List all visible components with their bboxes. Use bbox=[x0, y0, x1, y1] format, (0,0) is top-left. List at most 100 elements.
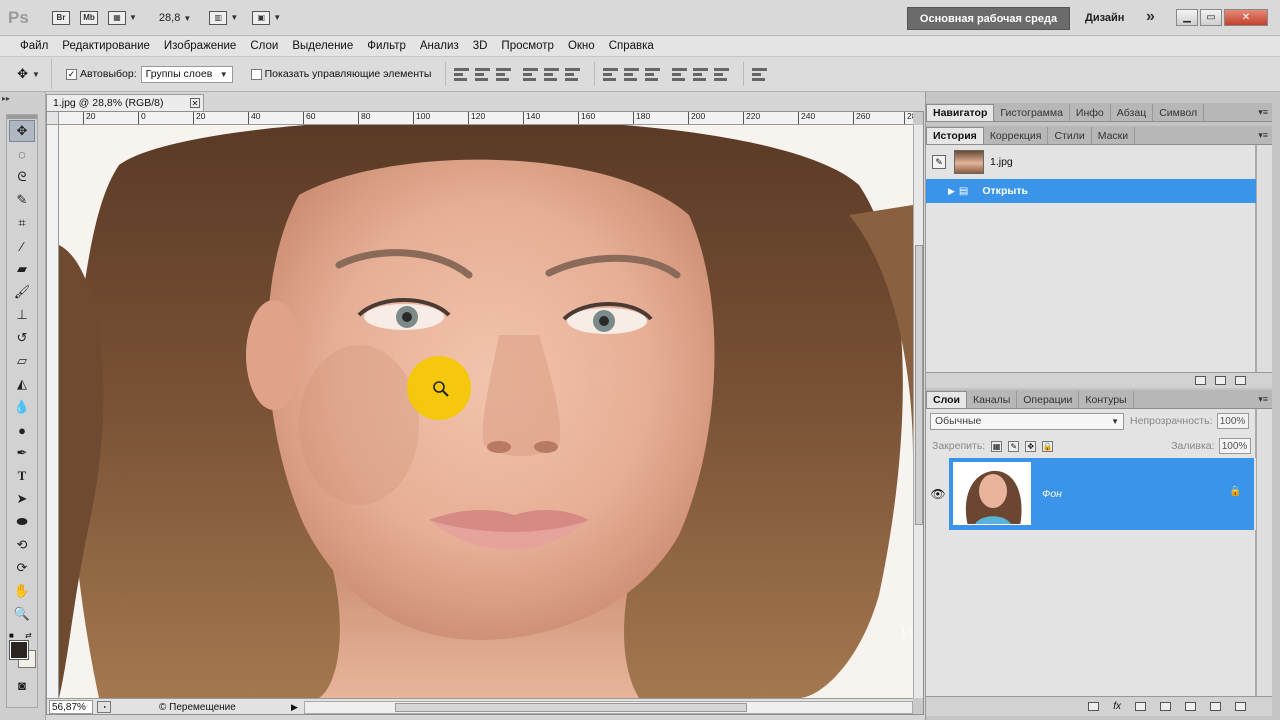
crop-tool[interactable]: ⌗ bbox=[9, 212, 35, 234]
distribute-vertical-centers-icon[interactable] bbox=[624, 67, 640, 81]
quick-mask-button[interactable]: ◙ bbox=[9, 674, 35, 696]
ruler-origin[interactable] bbox=[47, 112, 59, 125]
foreground-color-swatch[interactable] bbox=[9, 640, 29, 660]
dodge-tool[interactable]: ● bbox=[9, 419, 35, 441]
trash-icon[interactable] bbox=[1235, 702, 1246, 711]
tab-history[interactable]: История bbox=[926, 127, 984, 144]
opacity-field[interactable]: 100% bbox=[1216, 413, 1249, 429]
menu-analysis[interactable]: Анализ bbox=[413, 40, 466, 52]
hand-tool[interactable]: ✋ bbox=[9, 580, 35, 602]
panel-menu-icon[interactable]: ▾≡ bbox=[1258, 394, 1268, 405]
tab-paragraph[interactable]: Абзац bbox=[1111, 104, 1154, 121]
new-document-from-state-icon[interactable] bbox=[1195, 376, 1206, 385]
paint-bucket-tool[interactable]: ◭ bbox=[9, 373, 35, 395]
launch-bridge-button[interactable]: Br bbox=[52, 7, 70, 29]
menu-3d[interactable]: 3D bbox=[466, 40, 495, 52]
lock-position-icon[interactable]: ✥ bbox=[1025, 440, 1037, 452]
zoom-level-menu[interactable]: 28,8 ▼ bbox=[159, 12, 191, 24]
3d-rotate-tool[interactable]: ⟲ bbox=[9, 534, 35, 556]
menu-edit[interactable]: Редактирование bbox=[55, 40, 157, 52]
auto-align-layers-icon[interactable] bbox=[752, 67, 768, 81]
maximize-button[interactable]: ▭ bbox=[1200, 9, 1222, 26]
history-brush-tool[interactable]: ↺ bbox=[9, 327, 35, 349]
clone-stamp-tool[interactable]: ⊥ bbox=[9, 304, 35, 326]
eye-icon[interactable]: 👁 bbox=[929, 485, 947, 503]
horizontal-ruler[interactable]: 20 0 20 40 60 80 100 120 140 160 180 200… bbox=[59, 112, 913, 125]
horizontal-scrollbar[interactable] bbox=[303, 700, 913, 714]
autoselect-target-select[interactable]: Группы слоев ▼ bbox=[140, 65, 233, 83]
menu-select[interactable]: Выделение bbox=[285, 40, 360, 52]
launch-minibridge-button[interactable]: Mb bbox=[80, 7, 98, 29]
history-brush-source-icon[interactable]: ✎ bbox=[932, 155, 946, 169]
lock-all-icon[interactable]: 🔒 bbox=[1042, 440, 1054, 452]
trash-icon[interactable] bbox=[1235, 376, 1246, 385]
layer-row-background[interactable]: 👁 Фон 🔒 bbox=[926, 458, 1256, 530]
3d-orbit-tool[interactable]: ⟳ bbox=[9, 557, 35, 579]
move-tool[interactable]: ✥ bbox=[9, 120, 35, 142]
lock-image-pixels-icon[interactable]: ✎ bbox=[1008, 440, 1020, 452]
close-document-button[interactable]: ✕ bbox=[190, 98, 200, 108]
history-state-open[interactable]: ▶ ▤ Открыть bbox=[926, 179, 1256, 203]
history-snapshot-row[interactable]: ✎ 1.jpg bbox=[926, 147, 1256, 177]
close-button[interactable]: ✕ bbox=[1224, 9, 1268, 26]
autoselect-checkbox[interactable]: ✓ bbox=[66, 68, 77, 80]
more-workspaces-icon[interactable]: » bbox=[1146, 8, 1155, 26]
minimize-button[interactable]: ▁ bbox=[1176, 9, 1198, 26]
menu-filter[interactable]: Фильтр bbox=[360, 40, 413, 52]
menu-window[interactable]: Окно bbox=[561, 40, 602, 52]
distribute-left-edges-icon[interactable] bbox=[672, 67, 688, 81]
align-vertical-centers-icon[interactable] bbox=[475, 67, 491, 81]
eraser-tool[interactable]: ▱ bbox=[9, 350, 35, 372]
new-layer-icon[interactable] bbox=[1210, 702, 1221, 711]
arrange-documents-button[interactable]: ▥ ▼ bbox=[209, 7, 238, 29]
align-top-edges-icon[interactable] bbox=[454, 67, 470, 81]
link-layers-icon[interactable] bbox=[1088, 702, 1100, 711]
tab-histogram[interactable]: Гистограмма bbox=[994, 104, 1070, 121]
tool-preset-picker[interactable]: ✥ ▼ bbox=[6, 59, 52, 89]
distribute-top-edges-icon[interactable] bbox=[603, 67, 619, 81]
menu-image[interactable]: Изображение bbox=[157, 40, 243, 52]
shape-tool[interactable]: ⬬ bbox=[9, 511, 35, 533]
image-canvas[interactable]: www.photoshopsunduchok.ru bbox=[59, 125, 913, 698]
menu-file[interactable]: Файл bbox=[13, 40, 55, 52]
workspace-design-button[interactable]: Дизайн bbox=[1085, 12, 1124, 24]
history-scrollbar[interactable] bbox=[1256, 145, 1272, 374]
collapse-panel-icon[interactable]: ▸▸ bbox=[2, 94, 10, 103]
show-transform-controls-checkbox[interactable] bbox=[250, 68, 262, 80]
tab-layers[interactable]: Слои bbox=[926, 391, 967, 408]
menu-view[interactable]: Просмотр bbox=[494, 40, 561, 52]
horizontal-scroll-thumb[interactable] bbox=[394, 702, 747, 712]
document-tab[interactable]: 1.jpg @ 28,8% (RGB/8) ✕ bbox=[46, 94, 204, 111]
add-mask-icon[interactable] bbox=[1135, 702, 1146, 711]
tab-paths[interactable]: Контуры bbox=[1079, 391, 1134, 408]
zoom-percent-field[interactable]: 56,87% bbox=[49, 700, 93, 714]
menu-help[interactable]: Справка bbox=[602, 40, 661, 52]
screen-mode-button[interactable]: ▣ ▼ bbox=[252, 7, 281, 29]
tab-styles[interactable]: Стили bbox=[1048, 127, 1092, 144]
zoom-tool[interactable]: 🔍 bbox=[9, 603, 35, 625]
swap-colors-icon[interactable]: ⇄ bbox=[25, 631, 32, 640]
tab-navigator[interactable]: Навигатор bbox=[926, 104, 995, 121]
tab-actions[interactable]: Операции bbox=[1017, 391, 1080, 408]
align-right-edges-icon[interactable] bbox=[565, 67, 581, 81]
align-left-edges-icon[interactable] bbox=[523, 67, 539, 81]
tab-adjustments[interactable]: Коррекция bbox=[984, 127, 1049, 144]
camera-snapshot-icon[interactable] bbox=[1215, 376, 1226, 385]
panel-menu-icon[interactable]: ▾≡ bbox=[1258, 107, 1268, 118]
document-info-icon[interactable]: ◔ bbox=[97, 701, 111, 713]
pen-tool[interactable]: ✒ bbox=[9, 442, 35, 464]
align-horizontal-centers-icon[interactable] bbox=[544, 67, 560, 81]
status-menu-arrow-icon[interactable]: ▶ bbox=[291, 702, 298, 713]
new-group-icon[interactable] bbox=[1185, 702, 1196, 711]
workspace-essentials-button[interactable]: Основная рабочая среда bbox=[907, 7, 1070, 30]
adjustment-layer-icon[interactable] bbox=[1160, 702, 1171, 711]
distribute-right-edges-icon[interactable] bbox=[714, 67, 730, 81]
distribute-bottom-edges-icon[interactable] bbox=[645, 67, 661, 81]
blur-tool[interactable]: 💧 bbox=[9, 396, 35, 418]
quick-selection-tool[interactable]: ✎ bbox=[9, 189, 35, 211]
healing-brush-tool[interactable]: ▰ bbox=[9, 258, 35, 280]
default-colors-icon[interactable]: ■ bbox=[9, 631, 14, 640]
lock-transparent-pixels-icon[interactable]: ▦ bbox=[991, 440, 1003, 452]
fx-icon[interactable]: fx bbox=[1113, 701, 1121, 712]
menu-layer[interactable]: Слои bbox=[243, 40, 285, 52]
